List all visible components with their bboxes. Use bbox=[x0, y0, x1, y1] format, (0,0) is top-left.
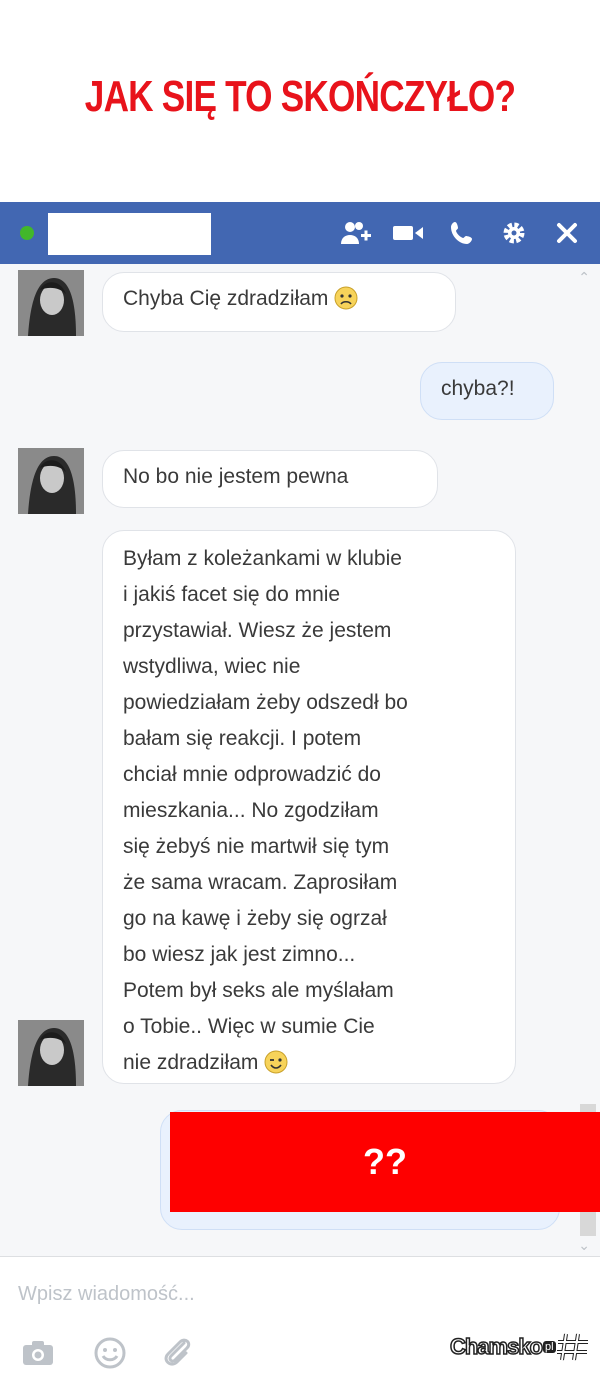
wink-emoji-icon bbox=[264, 1050, 288, 1074]
contact-name-redacted bbox=[48, 213, 211, 255]
camera-icon[interactable] bbox=[20, 1335, 56, 1371]
gear-icon[interactable] bbox=[498, 217, 530, 249]
headline: JAK SIĘ TO SKOŃCZYŁO? bbox=[84, 72, 516, 121]
watermark-logo: Chamsko pl bbox=[449, 1332, 590, 1362]
message-thread[interactable]: ⌃ Chyba Cię zdradziłam chyba?! No bo nie… bbox=[0, 264, 600, 1256]
online-status-dot bbox=[20, 226, 34, 240]
composer: Chamskopl bbox=[0, 1256, 600, 1379]
avatar bbox=[18, 270, 84, 336]
scroll-down-icon[interactable]: ⌄ bbox=[578, 1238, 590, 1254]
smiley-icon[interactable] bbox=[92, 1335, 128, 1371]
message-input[interactable] bbox=[18, 1283, 438, 1306]
add-people-icon[interactable] bbox=[340, 217, 372, 249]
phone-icon[interactable] bbox=[446, 217, 478, 249]
chat-window: ⌃ Chyba Cię zdradziłam chyba?! No bo nie… bbox=[0, 202, 600, 1379]
message-bubble-long: Byłam z koleżankami w klubie i jakiś fac… bbox=[102, 530, 516, 1084]
close-icon[interactable] bbox=[551, 217, 583, 249]
frown-emoji-icon bbox=[334, 286, 358, 310]
avatar bbox=[18, 448, 84, 514]
censor-box: ?? bbox=[170, 1112, 600, 1212]
attachment-icon[interactable] bbox=[160, 1335, 196, 1371]
scroll-up-icon[interactable]: ⌃ bbox=[578, 270, 590, 286]
avatar bbox=[18, 1020, 84, 1086]
message-bubble: Chyba Cię zdradziłam bbox=[102, 272, 456, 332]
chat-header bbox=[0, 202, 600, 264]
video-call-icon[interactable] bbox=[393, 217, 425, 249]
message-bubble: No bo nie jestem pewna bbox=[102, 450, 438, 508]
message-bubble-outgoing: chyba?! bbox=[420, 362, 554, 420]
hash-logo-icon bbox=[556, 1333, 588, 1361]
